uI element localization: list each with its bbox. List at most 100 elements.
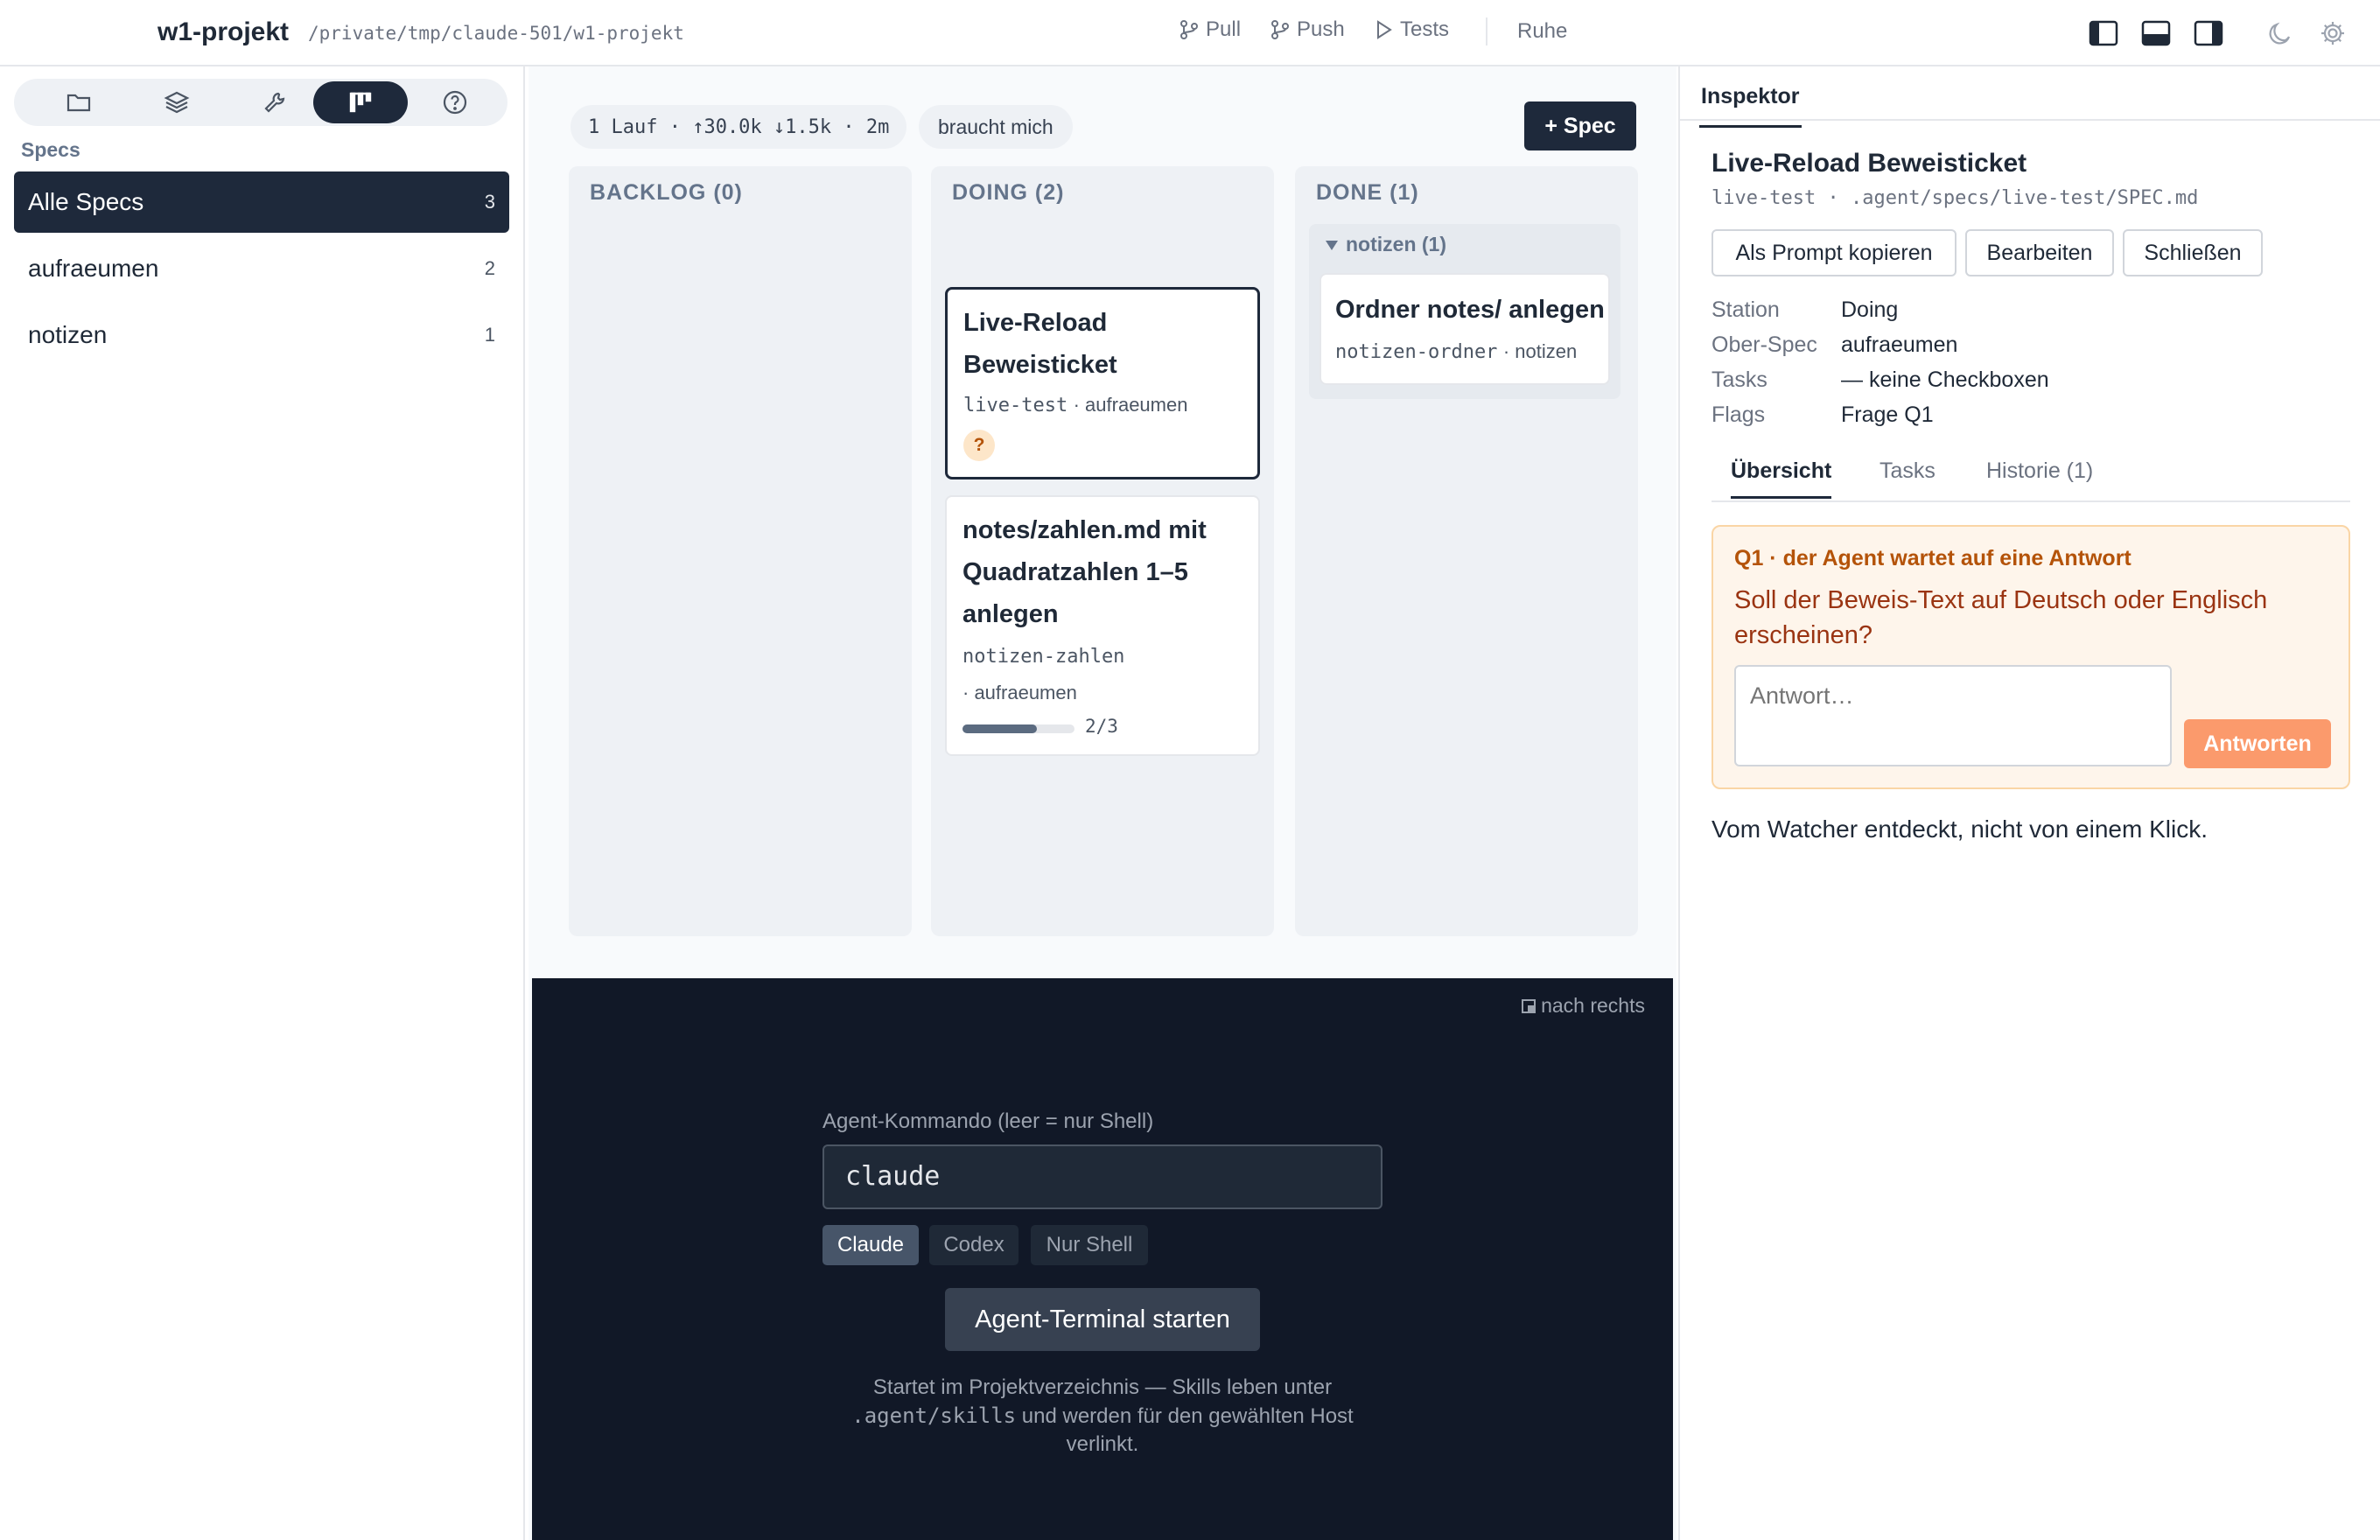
card-slug-row: notizen-zahlen: [962, 644, 1124, 668]
layout-left-panel-icon[interactable]: [2088, 18, 2119, 49]
spec-card-ordner[interactable]: Ordner notes/ anlegen notizen-ordner · n…: [1320, 273, 1610, 385]
hint-text: und werden für den gewählten Host: [1016, 1404, 1354, 1428]
card-title: Ordner notes/ anlegen: [1335, 296, 1605, 324]
column-title: DOING (2): [952, 180, 1065, 205]
spec-filter-label: aufraeumen: [28, 255, 159, 282]
group-label: notizen (1): [1346, 233, 1446, 256]
toolbar-divider: [1486, 18, 1488, 46]
done-column: DONE (1) notizen (1) Ordner notes/ anleg…: [1295, 166, 1638, 936]
card-slug: notizen-zahlen: [962, 646, 1125, 668]
path-separator: ·: [1816, 187, 1851, 209]
spec-filter-aufraeumen[interactable]: aufraeumen 2: [14, 238, 509, 299]
edit-button[interactable]: Bearbeiten: [1965, 229, 2114, 276]
layout-bottom-panel-icon[interactable]: [2140, 18, 2172, 49]
tests-button[interactable]: Tests: [1376, 18, 1449, 42]
dock-right-button[interactable]: nach rechts: [1522, 994, 1645, 1018]
done-group-notizen: notizen (1) Ordner notes/ anlegen notize…: [1309, 224, 1620, 399]
column-title: DONE (1): [1316, 180, 1419, 205]
hint-line: verlinkt.: [1066, 1432, 1139, 1456]
tools-tab[interactable]: [228, 81, 322, 123]
run-stats-pill: 1 Lauf · ↑30.0k ↓1.5k · 2m: [570, 105, 907, 149]
question-title: Q1 · der Agent wartet auf eine Antwort: [1734, 546, 2132, 570]
tab-history[interactable]: Historie (1): [1986, 458, 2093, 484]
inspector-path: live-test · .agent/specs/live-test/SPEC.…: [1712, 187, 2198, 209]
top-bar: w1-projekt /private/tmp/claude-501/w1-pr…: [0, 0, 2380, 66]
agent-status: Ruhe: [1517, 19, 1568, 43]
backlog-column: BACKLOG (0): [569, 166, 912, 936]
host-shell-button[interactable]: Nur Shell: [1031, 1225, 1148, 1265]
spec-filter-count: 1: [484, 324, 495, 346]
push-button[interactable]: Push: [1270, 18, 1345, 42]
field-key: Tasks: [1712, 368, 1768, 392]
start-hint: Startet im Projektverzeichnis — Skills l…: [822, 1374, 1382, 1459]
group-toggle[interactable]: notizen (1): [1325, 233, 1446, 256]
host-codex-button[interactable]: Codex: [929, 1225, 1018, 1265]
tab-inspector[interactable]: Inspektor: [1699, 75, 1802, 128]
git-branch-icon: [1180, 19, 1199, 40]
card-meta: notizen-ordner · notizen: [1335, 340, 1577, 363]
tab-tasks[interactable]: Tasks: [1880, 458, 1936, 484]
layers-tab[interactable]: [130, 81, 224, 123]
start-terminal-button[interactable]: Agent-Terminal starten: [945, 1288, 1260, 1351]
card-title-line: Beweisticket: [963, 351, 1117, 379]
sidebar: Specs Alle Specs 3 aufraeumen 2 notizen …: [0, 66, 525, 1540]
agent-command-input[interactable]: claude: [822, 1144, 1382, 1209]
question-text: Soll der Beweis-Text auf Deutsch oder En…: [1734, 586, 2268, 649]
field-parent-spec: aufraeumen: [1841, 332, 1958, 357]
moon-icon[interactable]: [2264, 18, 2296, 49]
gear-icon[interactable]: [2317, 18, 2348, 49]
card-parent: · notizen: [1502, 340, 1578, 362]
question-badge: ?: [963, 430, 995, 461]
hint-line: Startet im Projektverzeichnis — Skills l…: [872, 1376, 1333, 1399]
kanban-icon: [347, 90, 374, 115]
folder-icon: [66, 91, 92, 114]
card-title-line: Live-Reload: [963, 309, 1108, 337]
spec-filter-count: 3: [484, 191, 495, 213]
kanban-tab[interactable]: [313, 81, 408, 123]
spec-filter-count: 2: [484, 257, 495, 279]
project-title: w1-projekt: [158, 18, 290, 46]
help-tab[interactable]: [408, 81, 502, 123]
triangle-down-icon: [1325, 239, 1339, 251]
subtab-divider: [1712, 500, 2350, 502]
card-title-line: notes/zahlen.md mit: [962, 516, 1207, 544]
pull-button[interactable]: Pull: [1180, 18, 1241, 42]
specs-heading: Specs: [21, 138, 80, 161]
layout-right-panel-icon[interactable]: [2193, 18, 2224, 49]
inspector-slug: live-test: [1712, 187, 1816, 209]
inspector-title: Live-Reload Beweisticket: [1712, 149, 2027, 178]
copy-prompt-button[interactable]: Als Prompt kopieren: [1712, 229, 1956, 276]
watcher-note: Vom Watcher entdeckt, nicht von einem Kl…: [1712, 816, 2208, 843]
host-claude-button[interactable]: Claude: [822, 1225, 919, 1265]
layers-icon: [164, 90, 190, 115]
tests-label: Tests: [1400, 18, 1450, 41]
hint-code: .agent/skills: [851, 1404, 1017, 1428]
card-meta: live-test · aufraeumen: [963, 393, 1187, 416]
git-branch-icon: [1270, 19, 1290, 40]
spec-card-live-reload[interactable]: Live-Reload Beweisticket live-test · auf…: [945, 287, 1260, 480]
doing-column: DOING (2) Live-Reload Beweisticket live-…: [931, 166, 1274, 936]
card-slug: notizen-ordner: [1335, 341, 1498, 363]
files-tab[interactable]: [32, 81, 126, 123]
tab-overview[interactable]: Übersicht: [1731, 458, 1832, 499]
push-label: Push: [1297, 18, 1345, 41]
terminal-panel: nach rechts Agent-Kommando (leer = nur S…: [532, 978, 1673, 1540]
answer-button[interactable]: Antworten: [2184, 719, 2331, 768]
spec-filter-notizen[interactable]: notizen 1: [14, 304, 509, 366]
close-button[interactable]: Schließen: [2123, 229, 2263, 276]
question-box: Q1 · der Agent wartet auf eine Antwort S…: [1712, 525, 2350, 789]
task-progress-fill: [962, 724, 1038, 733]
dock-icon: [1522, 998, 1536, 1013]
agent-command-label: Agent-Kommando (leer = nur Shell): [822, 1110, 1154, 1133]
answer-input[interactable]: [1734, 665, 2172, 766]
task-progress-bar: [962, 724, 1074, 733]
spec-filter-label: notizen: [28, 321, 108, 348]
spec-filter-all[interactable]: Alle Specs 3: [14, 172, 509, 233]
needs-me-filter[interactable]: braucht mich: [919, 105, 1073, 149]
spec-card-zahlen[interactable]: notes/zahlen.md mit Quadratzahlen 1–5 an…: [945, 495, 1260, 756]
column-title: BACKLOG (0): [590, 180, 743, 205]
hint-line: .agent/skills und werden für den gewählt…: [822, 1402, 1382, 1431]
inspector-spec-path: .agent/specs/live-test/SPEC.md: [1850, 187, 2199, 209]
card-parent: · aufraeumen: [1073, 394, 1188, 416]
add-spec-button[interactable]: + Spec: [1524, 102, 1636, 150]
